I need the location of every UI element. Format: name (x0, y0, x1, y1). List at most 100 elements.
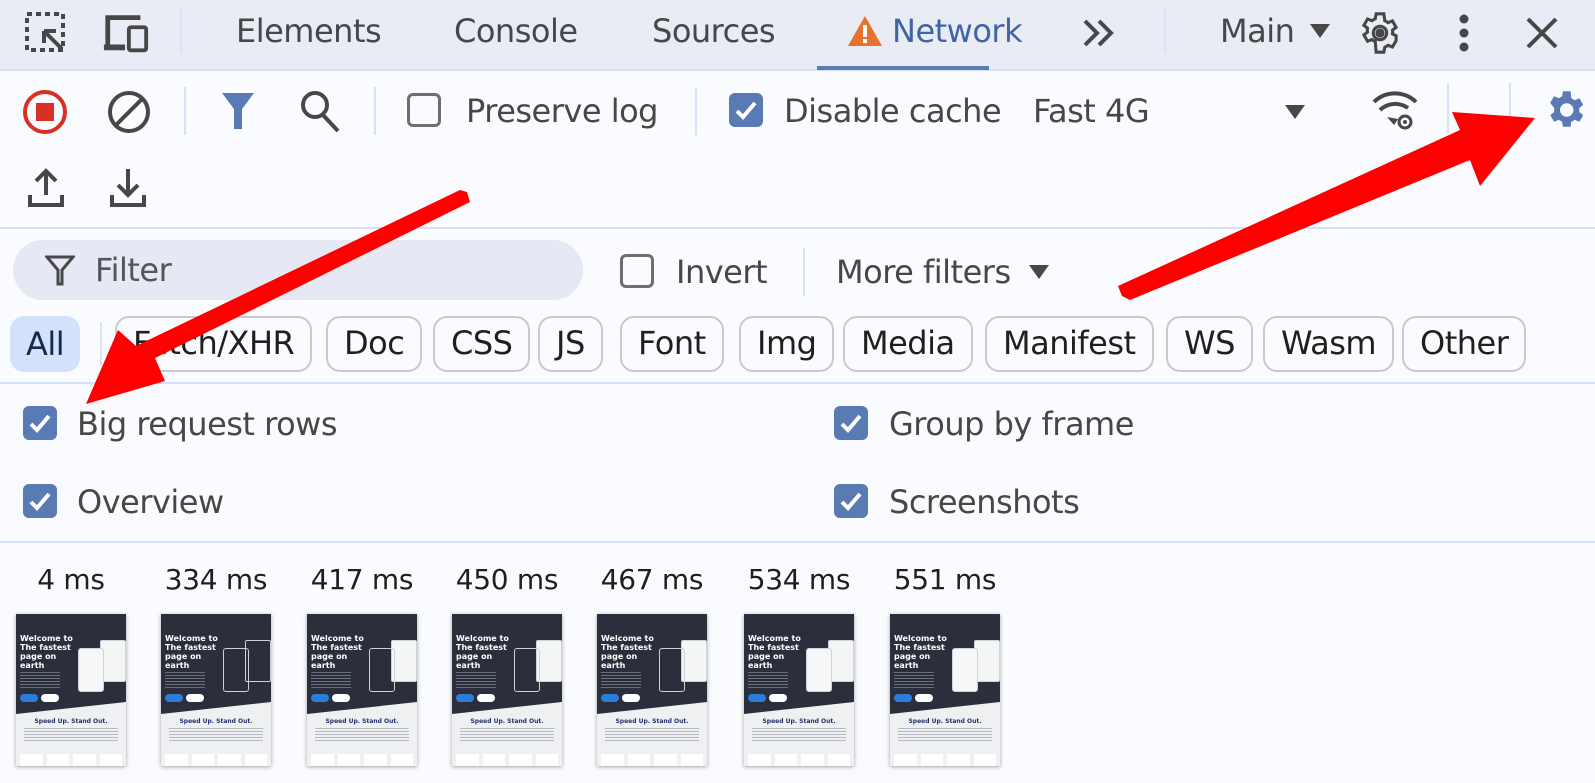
warning-icon (848, 16, 882, 46)
more-filters-dropdown[interactable]: More filters (836, 252, 1051, 292)
chevrons-right-icon[interactable] (1075, 11, 1123, 55)
overview-checkbox[interactable] (23, 484, 57, 518)
type-filter-css[interactable]: CSS (433, 316, 531, 372)
checkmark-icon (29, 414, 51, 433)
screenshot-thumbnail[interactable]: Welcome to The fastest page on earth Spee… (307, 614, 417, 766)
inspect-element-icon[interactable] (22, 11, 70, 55)
devtools-network-panel: Elements Console Sources Network Main Pr… (0, 0, 1595, 783)
type-filter-wasm[interactable]: Wasm (1263, 316, 1395, 372)
type-filter-fetch-xhr[interactable]: Fetch/XHR (115, 316, 313, 372)
devtools-tab-bar: Elements Console Sources Network Main (0, 0, 1595, 71)
tab-network[interactable]: Network (846, 8, 1023, 54)
type-filter-media[interactable]: Media (843, 316, 973, 372)
more-vert-icon[interactable] (1440, 11, 1488, 55)
thumbnail-subtitle: Speed Up. Stand Out. (179, 718, 253, 725)
thumbnail-body-text (748, 672, 788, 688)
divider (0, 382, 1595, 384)
tab-elements[interactable]: Elements (236, 8, 382, 54)
type-filter-ws[interactable]: WS (1166, 316, 1253, 372)
thumbnail-button (915, 694, 933, 702)
thumbnail-body-text (165, 672, 205, 688)
network-toolbar: Preserve log Disable cache Fast 4G (0, 73, 1595, 229)
checkmark-icon (735, 101, 757, 120)
screenshot-thumbnail[interactable]: Welcome to The fastest page on earth Spee… (744, 614, 854, 766)
type-filter-doc[interactable]: Doc (326, 316, 423, 372)
thumbnail-cards (601, 754, 703, 766)
preserve-log-checkbox[interactable] (407, 93, 441, 127)
screenshot-timestamp: 551 ms (893, 563, 997, 596)
stop-recording-icon[interactable] (20, 87, 70, 137)
thumbnail-phone-front (369, 648, 395, 692)
tab-sources[interactable]: Sources (652, 8, 776, 54)
thumbnail-title: Welcome to The fastest page on earth (748, 634, 801, 670)
target-dropdown[interactable]: Main (1220, 8, 1332, 54)
overview-label: Overview (77, 483, 224, 521)
divider (1447, 83, 1449, 133)
type-filter-font[interactable]: Font (620, 316, 724, 372)
thumbnail-button (894, 694, 912, 702)
screenshot-thumbnail[interactable]: Welcome to The fastest page on earth Spee… (161, 614, 271, 766)
thumbnail-phone-front (659, 648, 685, 692)
thumbnail-title: Welcome to The fastest page on earth (456, 634, 509, 670)
screenshot-thumbnail[interactable]: Welcome to The fastest page on earth Spee… (452, 614, 562, 766)
screenshots-checkbox[interactable] (834, 484, 868, 518)
thumbnail-button (748, 694, 766, 702)
close-icon[interactable] (1518, 11, 1566, 55)
invert-label: Invert (676, 253, 768, 291)
divider (1164, 8, 1166, 54)
screenshot-timestamp: 417 ms (310, 563, 414, 596)
download-icon[interactable] (108, 165, 148, 209)
device-toolbar-icon[interactable] (102, 11, 150, 55)
filter-icon (45, 255, 75, 286)
filter-icon[interactable] (218, 89, 258, 133)
tab-console[interactable]: Console (454, 8, 578, 54)
disable-cache-label: Disable cache (784, 92, 1002, 130)
caret-down-icon (1310, 24, 1331, 38)
clear-icon[interactable] (104, 87, 154, 137)
thumbnail-body-text (894, 672, 934, 688)
target-dropdown-value: Main (1220, 12, 1295, 50)
filter-input[interactable]: Filter (13, 240, 583, 300)
thumbnail-cards (456, 754, 558, 766)
thumbnail-phone-front (514, 648, 540, 692)
settings-icon[interactable] (1356, 11, 1404, 55)
thumbnail-subtitle: Speed Up. Stand Out. (325, 718, 399, 725)
thumbnail-subtitle: Speed Up. Stand Out. (615, 718, 689, 725)
thumbnail-title: Welcome to The fastest page on earth (20, 634, 73, 670)
thumbnail-body-text (311, 672, 351, 688)
thumbnail-cards (748, 754, 850, 766)
caret-down-icon[interactable] (1282, 101, 1308, 123)
divider (803, 248, 805, 296)
divider (374, 87, 376, 135)
thumbnail-title: Welcome to The fastest page on earth (165, 634, 218, 670)
type-filter-js[interactable]: JS (538, 316, 603, 372)
search-icon[interactable] (298, 87, 342, 135)
screenshot-thumbnail[interactable]: Welcome to The fastest page on earth Spee… (890, 614, 1000, 766)
thumbnail-phone-front (952, 648, 978, 692)
thumbnail-subtitle: Speed Up. Stand Out. (34, 718, 108, 725)
screenshot-timestamp: 334 ms (164, 563, 268, 596)
disable-cache-checkbox[interactable] (729, 93, 763, 127)
thumbnail-button (456, 694, 474, 702)
thumbnail-button (622, 694, 640, 702)
type-filter-all[interactable]: All (10, 316, 81, 372)
upload-icon[interactable] (26, 165, 66, 209)
invert-checkbox[interactable] (620, 254, 654, 288)
type-filter-img[interactable]: Img (739, 316, 835, 372)
thumbnail-paragraph (24, 728, 118, 742)
screenshot-thumbnail[interactable]: Welcome to The fastest page on earth Spee… (16, 614, 126, 766)
screenshot-timestamp: 450 ms (455, 563, 559, 596)
divider (695, 87, 697, 135)
type-filter-other[interactable]: Other (1402, 316, 1527, 372)
screenshot-thumbnail[interactable]: Welcome to The fastest page on earth Spee… (597, 614, 707, 766)
wifi-settings-icon[interactable] (1370, 87, 1420, 135)
thumbnail-body-text (601, 672, 641, 688)
type-filter-manifest[interactable]: Manifest (985, 316, 1154, 372)
network-settings-gear-icon[interactable] (1540, 85, 1590, 135)
throttling-select[interactable]: Fast 4G (1033, 91, 1150, 131)
thumbnail-button (311, 694, 329, 702)
group-by-frame-checkbox[interactable] (834, 406, 868, 440)
thumbnail-phone-front (806, 648, 832, 692)
big-request-rows-checkbox[interactable] (23, 406, 57, 440)
filter-placeholder: Filter (95, 251, 172, 289)
